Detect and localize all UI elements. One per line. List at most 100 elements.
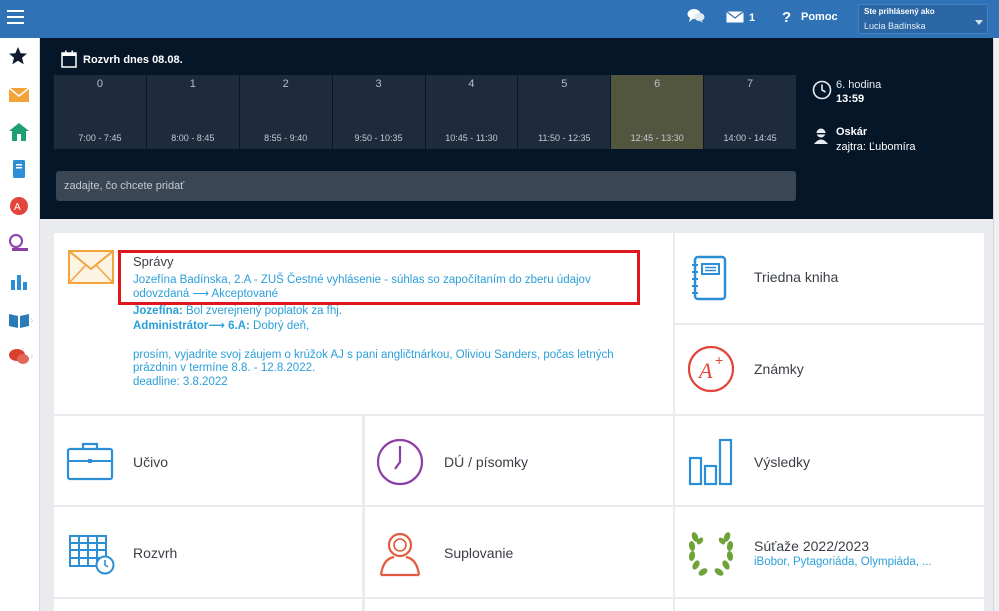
clock-icon	[812, 80, 832, 100]
results-tile[interactable]: Výsledky	[675, 416, 984, 505]
envelope-icon	[68, 250, 114, 284]
period-number: 6	[654, 78, 661, 90]
period-number: 7	[747, 78, 754, 90]
svg-text:+: +	[715, 352, 723, 368]
message-sender: Jozefína:	[133, 305, 183, 317]
competitions-tile[interactable]: Súťaže 2022/2023 iBobor, Pytagoriáda, Ol…	[675, 507, 984, 597]
open-book-icon[interactable]	[8, 310, 30, 330]
period-time: 14:00 - 14:45	[723, 133, 777, 143]
nameday-next: zajtra: Ľubomíra	[836, 141, 916, 153]
message-sender: Administrátor⟶ 6.A:	[133, 320, 250, 332]
message-body[interactable]: prosím, vyjadrite svoj záujem o krúžok A…	[133, 349, 614, 362]
period-3[interactable]: 3 9:50 - 10:35	[332, 75, 425, 149]
competitions-sublist[interactable]: iBobor, Pytagoriáda, Olympiáda, ...	[754, 556, 932, 568]
grades-label: Známky	[754, 361, 804, 377]
current-time: 13:59	[836, 93, 865, 105]
curriculum-tile[interactable]: Učivo	[54, 416, 362, 505]
person-icon	[814, 128, 828, 144]
class-book-label: Triedna kniha	[754, 269, 839, 285]
period-7[interactable]: 7 14:00 - 14:45	[704, 75, 796, 149]
message-item[interactable]: Administrátor⟶ 6.A: Dobrý deň,	[133, 320, 309, 333]
tile-row-4[interactable]	[365, 599, 673, 611]
notebook-icon[interactable]	[8, 159, 30, 179]
user-caption: Ste prihlásený ako	[864, 7, 935, 16]
grade-icon[interactable]: A	[8, 196, 30, 216]
svg-text:A: A	[697, 358, 713, 383]
period-1[interactable]: 1 8:00 - 8:45	[146, 75, 239, 149]
hamburger-icon[interactable]	[7, 10, 24, 24]
curriculum-label: Učivo	[133, 454, 169, 470]
help-link[interactable]: Pomoc	[801, 11, 838, 23]
tile-row-4[interactable]	[675, 599, 984, 611]
message-body[interactable]: prázdnin v termíne 8.8. - 12.8.2022.	[133, 362, 315, 375]
quick-add-input[interactable]	[56, 171, 796, 201]
substitutions-tile[interactable]: Suplovanie	[365, 507, 673, 597]
chevron-right-icon: ›	[30, 351, 34, 362]
message-text: Dobrý deň,	[249, 320, 310, 332]
period-time: 8:00 - 8:45	[171, 133, 215, 143]
chat-bubbles-icon[interactable]	[687, 8, 705, 24]
nameday-name: Oskár	[836, 126, 868, 138]
grade-icon: A +	[687, 345, 735, 393]
svg-text:A: A	[14, 202, 21, 213]
grades-tile[interactable]: A + Známky	[675, 325, 984, 414]
question-icon[interactable]: ?	[782, 9, 791, 26]
results-label: Výsledky	[754, 454, 811, 470]
homework-label: DÚ / písomky	[444, 454, 529, 470]
timetable-tile[interactable]: Rozvrh	[54, 507, 362, 597]
homework-tile[interactable]: DÚ / písomky	[365, 416, 673, 505]
period-time: 8:55 - 9:40	[264, 133, 308, 143]
scrollbar[interactable]	[993, 38, 999, 611]
timetable-icon	[69, 535, 115, 575]
period-time: 12:45 - 13:30	[630, 133, 684, 143]
period-number: 2	[282, 78, 289, 90]
period-time: 9:50 - 10:35	[354, 133, 403, 143]
period-time: 7:00 - 7:45	[78, 133, 122, 143]
tile-row-4[interactable]	[54, 599, 362, 611]
top-bar: 1 ? Pomoc Ste prihlásený ako Lucia Badín…	[0, 0, 999, 38]
annotation-highlight-box	[118, 250, 640, 305]
period-time: 10:45 - 11:30	[445, 133, 498, 143]
briefcase-icon	[66, 442, 114, 481]
message-text: Bol zverejnený poplatok za fhj.	[182, 305, 343, 317]
sidebar: A › ›	[0, 38, 40, 611]
speech-bubbles-icon[interactable]	[8, 347, 30, 367]
substitutions-label: Suplovanie	[444, 545, 514, 561]
period-number: 0	[96, 78, 103, 90]
period-4[interactable]: 4 10:45 - 11:30	[425, 75, 518, 149]
timetable-label: Rozvrh	[133, 545, 178, 561]
message-item[interactable]: Jozefína: Bol zverejnený poplatok za fhj…	[133, 305, 342, 318]
period-5[interactable]: 5 11:50 - 12:35	[518, 75, 611, 149]
period-number: 5	[561, 78, 568, 90]
period-strip: 0 7:00 - 7:45 1 8:00 - 8:45 2 8:55 - 9:4…	[54, 75, 796, 149]
period-number: 3	[375, 78, 382, 90]
clock-icon	[376, 438, 424, 486]
user-dropdown[interactable]: Ste prihlásený ako Lucia Badínska	[858, 4, 988, 34]
period-6-current[interactable]: 6 12:45 - 13:30	[611, 75, 704, 149]
user-name: Lucia Badínska	[864, 21, 926, 31]
message-deadline[interactable]: deadline: 3.8.2022	[133, 376, 228, 389]
mail-count: 1	[749, 12, 756, 24]
period-number: 1	[189, 78, 196, 90]
competitions-label: Súťaže 2022/2023	[754, 538, 870, 554]
chevron-down-icon	[975, 20, 983, 25]
house-icon[interactable]	[8, 122, 30, 142]
class-book-tile[interactable]: Triedna kniha	[675, 233, 984, 323]
period-2[interactable]: 2 8:55 - 9:40	[239, 75, 332, 149]
period-0[interactable]: 0 7:00 - 7:45	[54, 75, 146, 149]
bar-chart-icon	[688, 438, 733, 486]
laurel-wreath-icon	[688, 532, 734, 576]
star-icon[interactable]	[8, 46, 28, 66]
substitute-person-icon	[379, 532, 421, 577]
sidebar-messages-icon[interactable]	[8, 85, 30, 105]
schedule-title: Rozvrh dnes 08.08.	[83, 54, 183, 66]
notebook-icon	[692, 255, 727, 301]
period-number: 4	[468, 78, 475, 90]
screen-clock-icon[interactable]	[8, 233, 30, 253]
calendar-icon	[61, 50, 77, 68]
period-time: 11:50 - 12:35	[538, 133, 591, 143]
bar-chart-icon[interactable]	[8, 271, 30, 291]
chevron-right-icon: ›	[30, 315, 34, 326]
envelope-icon[interactable]	[726, 11, 744, 23]
current-hour-label: 6. hodina	[836, 79, 882, 91]
